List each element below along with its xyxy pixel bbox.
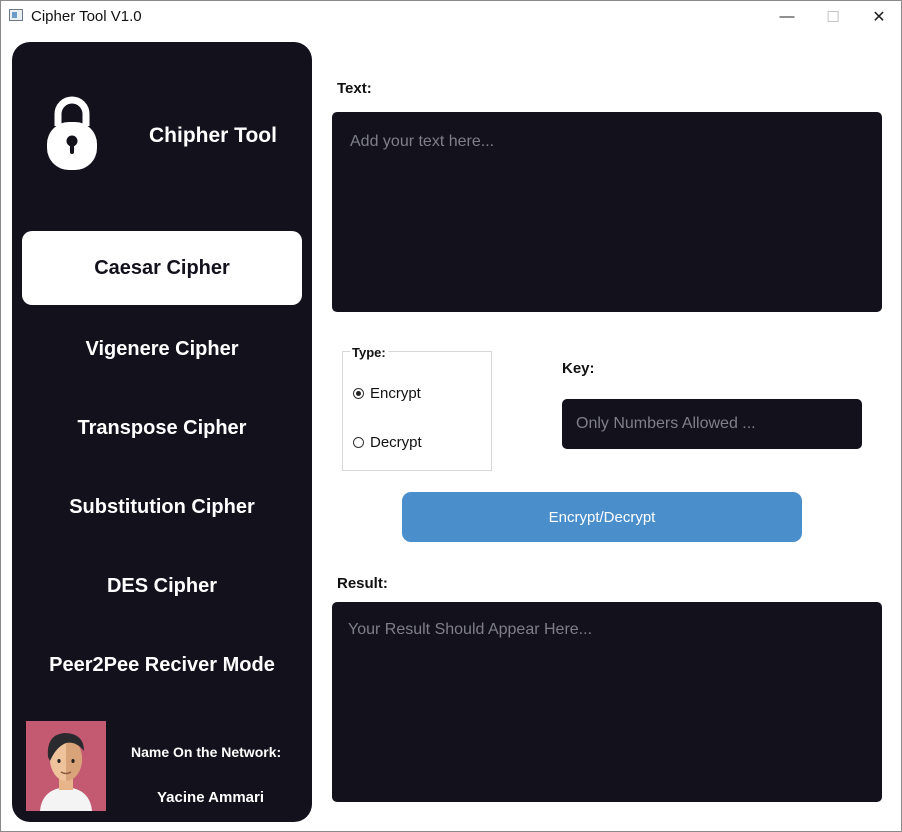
nav-caesar-cipher[interactable]: Caesar Cipher: [22, 231, 302, 305]
brand-title: Chipher Tool: [149, 124, 277, 147]
encrypt-decrypt-button[interactable]: Encrypt/Decrypt: [402, 492, 802, 542]
app-window: Cipher Tool V1.0 — ☐ ✕ Chipher Tool Caes…: [0, 0, 902, 832]
sidebar: Chipher Tool Caesar Cipher Vigenere Ciph…: [12, 42, 312, 822]
window-title: Cipher Tool V1.0: [31, 8, 142, 25]
result-label: Result:: [337, 575, 388, 592]
title-bar[interactable]: Cipher Tool V1.0 — ☐ ✕: [1, 1, 901, 32]
encrypt-radio[interactable]: [353, 388, 364, 399]
nav-transpose-cipher[interactable]: Transpose Cipher: [22, 391, 302, 465]
type-groupbox: Type: Encrypt Decrypt: [342, 345, 492, 471]
nav-des-cipher[interactable]: DES Cipher: [22, 549, 302, 623]
result-output[interactable]: [332, 602, 882, 802]
decrypt-radio[interactable]: [353, 437, 364, 448]
person-icon: [26, 721, 106, 811]
minimize-button[interactable]: —: [764, 1, 810, 32]
close-button[interactable]: ✕: [856, 1, 902, 32]
decrypt-option[interactable]: Decrypt: [353, 434, 422, 451]
key-input[interactable]: [562, 399, 862, 449]
encrypt-option[interactable]: Encrypt: [353, 385, 421, 402]
text-input[interactable]: [332, 112, 882, 312]
encrypt-label: Encrypt: [370, 385, 421, 402]
key-label: Key:: [562, 360, 595, 377]
decrypt-label: Decrypt: [370, 434, 422, 451]
network-name-label: Name On the Network:: [131, 744, 282, 760]
text-label: Text:: [337, 80, 372, 97]
nav-peer2pee-receiver-mode[interactable]: Peer2Pee Reciver Mode: [22, 628, 302, 702]
app-icon: [9, 9, 23, 21]
type-label: Type:: [350, 345, 388, 360]
avatar: [26, 721, 106, 811]
nav-substitution-cipher[interactable]: Substitution Cipher: [22, 470, 302, 544]
maximize-button[interactable]: ☐: [810, 1, 856, 32]
network-user-name: Yacine Ammari: [157, 789, 264, 806]
lock-icon: [47, 96, 97, 170]
nav-vigenere-cipher[interactable]: Vigenere Cipher: [22, 312, 302, 386]
